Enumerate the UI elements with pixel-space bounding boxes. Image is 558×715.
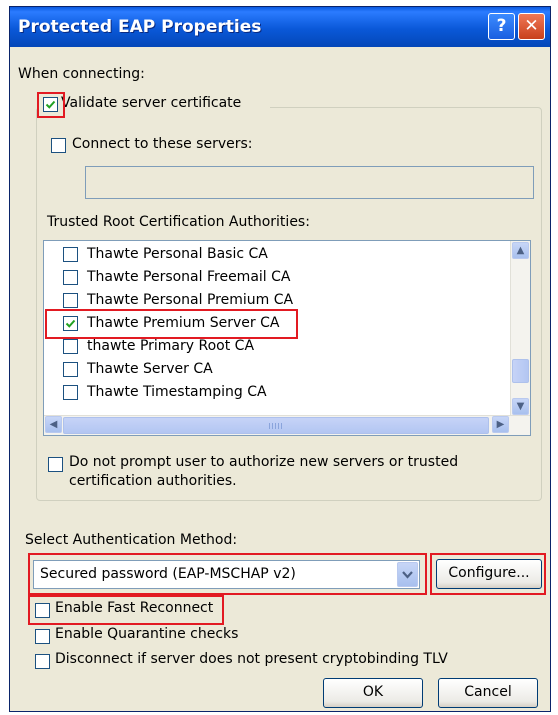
cryptobinding-label: Disconnect if server does not present cr… bbox=[55, 651, 448, 667]
ca-checkbox[interactable] bbox=[63, 247, 78, 262]
scroll-right-icon[interactable]: ▶ bbox=[492, 416, 509, 433]
auth-method-heading: Select Authentication Method: bbox=[25, 532, 238, 548]
connect-servers-checkbox[interactable] bbox=[51, 138, 66, 153]
scroll-up-icon[interactable]: ▲ bbox=[512, 242, 529, 259]
validate-cert-highlight bbox=[37, 92, 65, 118]
quarantine-label: Enable Quarantine checks bbox=[55, 626, 239, 642]
connect-servers-label: Connect to these servers: bbox=[72, 136, 253, 152]
vertical-scrollbar[interactable]: ▲ ▼ bbox=[510, 241, 530, 417]
horizontal-scroll-thumb[interactable] bbox=[63, 417, 489, 434]
scroll-left-icon[interactable]: ◀ bbox=[45, 416, 62, 433]
premium-server-highlight bbox=[45, 309, 298, 339]
list-item[interactable]: Thawte Server CA bbox=[44, 359, 494, 381]
servers-input[interactable] bbox=[85, 166, 534, 199]
ca-checkbox[interactable] bbox=[63, 385, 78, 400]
do-not-prompt-label-line1: Do not prompt user to authorize new serv… bbox=[69, 454, 459, 470]
ca-checkbox[interactable] bbox=[63, 293, 78, 308]
ca-checkbox[interactable] bbox=[63, 270, 78, 285]
list-item[interactable]: Thawte Personal Basic CA bbox=[44, 244, 494, 266]
list-item[interactable]: Thawte Personal Freemail CA bbox=[44, 267, 494, 289]
ca-label: Thawte Timestamping CA bbox=[87, 384, 267, 400]
horizontal-scrollbar[interactable]: ◀ ▶ bbox=[44, 415, 530, 435]
ok-button[interactable]: OK bbox=[323, 678, 423, 708]
do-not-prompt-label-line2: certification authorities. bbox=[69, 473, 237, 489]
vertical-scroll-thumb[interactable] bbox=[512, 359, 529, 383]
trusted-root-heading: Trusted Root Certification Authorities: bbox=[47, 214, 310, 230]
cancel-button[interactable]: Cancel bbox=[438, 678, 538, 708]
cryptobinding-checkbox[interactable] bbox=[35, 654, 50, 669]
list-item[interactable]: Thawte Timestamping CA bbox=[44, 382, 494, 404]
ca-label: Thawte Personal Premium CA bbox=[87, 292, 294, 308]
ca-checkbox[interactable] bbox=[63, 362, 78, 377]
ca-checkbox[interactable] bbox=[63, 339, 78, 354]
validate-cert-label: Validate server certificate bbox=[61, 95, 242, 111]
close-button[interactable]: ✕ bbox=[518, 13, 545, 40]
ca-label: Thawte Server CA bbox=[87, 361, 213, 377]
scroll-down-icon[interactable]: ▼ bbox=[512, 398, 529, 415]
help-button[interactable]: ? bbox=[488, 13, 515, 40]
title-bar[interactable]: Protected EAP Properties ? ✕ bbox=[10, 7, 550, 47]
auth-method-highlight bbox=[28, 553, 427, 595]
ca-label: Thawte Personal Freemail CA bbox=[87, 269, 291, 285]
do-not-prompt-checkbox[interactable] bbox=[48, 457, 63, 472]
configure-highlight bbox=[430, 553, 546, 595]
quarantine-checkbox[interactable] bbox=[35, 629, 50, 644]
ca-label: Thawte Personal Basic CA bbox=[87, 246, 268, 262]
fast-reconnect-highlight bbox=[28, 595, 224, 625]
protected-eap-dialog: Protected EAP Properties ? ✕ When connec… bbox=[9, 6, 551, 712]
when-connecting-heading: When connecting: bbox=[18, 66, 145, 82]
ca-label: thawte Primary Root CA bbox=[87, 338, 255, 354]
window-title: Protected EAP Properties bbox=[18, 17, 262, 37]
list-item[interactable]: thawte Primary Root CA bbox=[44, 336, 494, 358]
